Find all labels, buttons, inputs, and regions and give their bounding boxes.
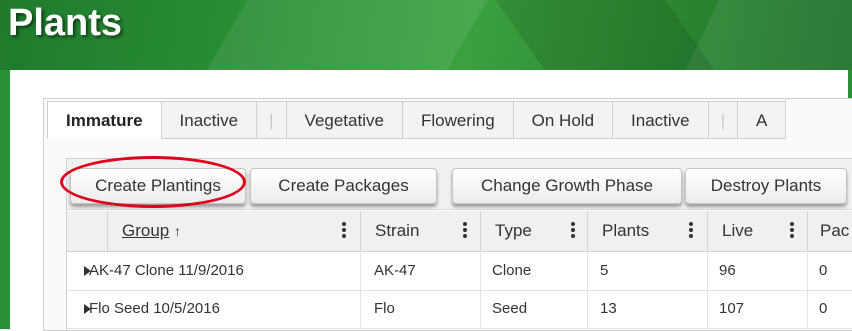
column-menu-icon[interactable] xyxy=(789,221,795,241)
cell-live: 107 xyxy=(719,300,745,317)
column-header-pac[interactable]: Pac xyxy=(807,211,852,251)
tab-inactive-2[interactable]: Inactive xyxy=(612,101,709,139)
cell-strain: Flo xyxy=(374,300,395,317)
column-header-live-label: Live xyxy=(722,221,754,240)
destroy-plants-button[interactable]: Destroy Plants xyxy=(685,168,847,204)
column-header-pac-label: Pac xyxy=(820,221,850,240)
cell-type: Seed xyxy=(492,300,528,317)
tab-immature[interactable]: Immature xyxy=(47,101,162,139)
cell-group: Flo Seed 10/5/2016 xyxy=(89,300,220,317)
tab-strip: Immature Inactive | Vegetative Flowering… xyxy=(47,101,787,139)
cell-strain: AK-47 xyxy=(374,262,416,279)
tab-inactive[interactable]: Inactive xyxy=(160,101,258,139)
tab-on-hold[interactable]: On Hold xyxy=(512,101,614,139)
cell-type: Clone xyxy=(492,262,532,279)
column-header-type[interactable]: Type xyxy=(480,211,587,251)
column-header-group-label[interactable]: Group xyxy=(122,221,169,240)
column-menu-icon[interactable] xyxy=(570,221,576,241)
banner-decoration xyxy=(189,0,511,70)
column-header-strain[interactable]: Strain xyxy=(360,211,480,251)
cell-plants: 5 xyxy=(600,262,609,279)
cell-pac: 0 xyxy=(819,300,828,317)
column-header-group[interactable]: Group ↑ xyxy=(107,211,360,251)
cell-pac: 0 xyxy=(819,262,828,279)
cell-group: AK-47 Clone 11/9/2016 xyxy=(89,262,244,279)
change-growth-phase-button[interactable]: Change Growth Phase xyxy=(452,168,682,204)
page-header-banner: Plants xyxy=(0,0,852,70)
tab-truncated[interactable]: A xyxy=(737,101,787,139)
create-plantings-button[interactable]: Create Plantings xyxy=(70,168,246,204)
banner-side-left xyxy=(0,70,10,329)
cell-live: 96 xyxy=(719,262,736,279)
create-packages-button[interactable]: Create Packages xyxy=(250,168,437,204)
column-header-plants[interactable]: Plants xyxy=(587,211,707,251)
tab-vegetative[interactable]: Vegetative xyxy=(285,101,403,139)
column-header-live[interactable]: Live xyxy=(707,211,807,251)
column-header-strain-label: Strain xyxy=(375,221,420,240)
table-row[interactable]: Flo Seed 10/5/2016 Flo Seed 13 107 0 xyxy=(67,290,852,329)
column-menu-icon[interactable] xyxy=(462,221,468,241)
table-row[interactable]: AK-47 Clone 11/9/2016 AK-47 Clone 5 96 0 xyxy=(67,252,852,291)
column-menu-icon[interactable] xyxy=(688,221,694,241)
column-header-type-label: Type xyxy=(495,221,532,240)
tab-separator: | xyxy=(256,101,287,139)
tab-separator: | xyxy=(707,101,739,139)
page-title: Plants xyxy=(8,2,123,44)
column-header-plants-label: Plants xyxy=(602,221,650,240)
sort-ascending-icon: ↑ xyxy=(173,223,181,239)
column-menu-icon[interactable] xyxy=(341,221,347,241)
cell-plants: 13 xyxy=(600,300,617,317)
banner-decoration xyxy=(672,0,852,70)
tab-flowering[interactable]: Flowering xyxy=(401,101,514,139)
